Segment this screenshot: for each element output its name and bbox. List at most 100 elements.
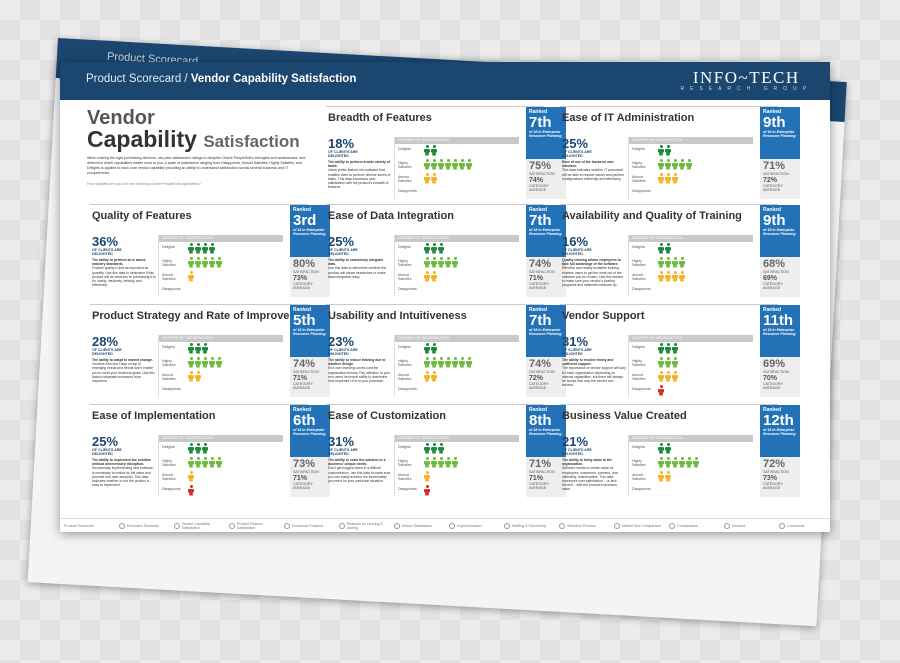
footer-nav-item[interactable]: Selection Process: [555, 523, 610, 529]
nav-item-icon: [394, 523, 400, 529]
person-icon: [431, 145, 437, 156]
category-average-value: 69%: [763, 275, 778, 282]
satisfaction-icons: [658, 159, 692, 170]
person-icon: [209, 457, 215, 468]
person-icon: [209, 243, 215, 254]
rank-panel: Ranked 9th of 18 in Enterprise Resource …: [760, 107, 800, 199]
satisfaction-icons: [424, 357, 472, 368]
rank-box: Ranked 11th of 18 in Enterprise Resource…: [760, 305, 800, 357]
footer-nav-item[interactable]: Executive Summary: [115, 523, 170, 529]
person-icon: [431, 159, 437, 170]
satisfaction-value: 71%: [529, 458, 552, 470]
footer-nav-item[interactable]: Product Feature Satisfaction: [225, 522, 280, 530]
satisfaction-icons: [658, 385, 664, 396]
person-icon: [202, 343, 208, 354]
satisfaction-label: Disappoints: [632, 189, 651, 193]
satisfaction-box: 68% SATISFACTION 69% CATEGORY AVERAGE: [760, 257, 800, 297]
delighted-label: OF CLIENTS ARE DELIGHTED: [562, 248, 592, 256]
satisfaction-icons: [424, 343, 437, 354]
card-description: The ability to scale the solution to a b…: [328, 458, 391, 484]
person-icon: [438, 443, 444, 454]
satisfaction-icons: [424, 457, 458, 468]
person-icon: [672, 343, 678, 354]
person-icon: [438, 257, 444, 268]
person-icon: [665, 457, 671, 468]
intro-paragraph: When making the right purchasing decisio…: [87, 156, 306, 175]
card-title: Ease of IT Administration: [562, 112, 695, 124]
satisfaction-row-delights: Delights: [629, 342, 753, 356]
footer-nav: Product Scorecard Executive Summary Vendor…: [60, 518, 830, 533]
person-icon: [459, 159, 465, 170]
satisfaction-box: 72% SATISFACTION 73% CATEGORY AVERAGE: [760, 457, 800, 497]
satisfaction-icons: [658, 471, 671, 482]
delighted-percent: 28%: [92, 334, 119, 349]
delighted-label: OF CLIENTS ARE DELIGHTED: [562, 348, 592, 356]
satisfaction-icons: [188, 243, 215, 254]
footer-nav-item[interactable]: Comments: [775, 523, 830, 529]
person-icon: [665, 343, 671, 354]
rank-box: Ranked 3rd of 18 in Enterprise Resource …: [290, 205, 330, 257]
category-average-value: 70%: [763, 375, 778, 382]
person-icon: [438, 159, 444, 170]
footer-nav-item[interactable]: Market Size Comparison: [610, 523, 665, 529]
nav-item-icon: [779, 523, 785, 529]
satisfaction-label: Highly Satisfies: [162, 259, 176, 267]
satisfaction-label: Disappoints: [398, 189, 417, 193]
satisfaction-icons: [188, 457, 222, 468]
person-icon: [445, 257, 451, 268]
footer-nav-item[interactable]: Staffing & Ownership: [500, 523, 555, 529]
card-title: Ease of Data Integration: [328, 210, 454, 222]
satisfaction-label: Highly Satisfies: [162, 359, 176, 367]
person-icon: [424, 343, 430, 354]
footer-nav-item[interactable]: Implementation: [445, 523, 500, 529]
footer-nav-item[interactable]: Emotional Footprint: [280, 523, 335, 529]
footer-nav-item[interactable]: Vendor Capability Satisfaction: [170, 522, 225, 530]
delighted-percent: 23%: [328, 334, 355, 349]
person-icon: [188, 357, 194, 368]
satisfaction-icons: [424, 443, 444, 454]
degree-of-satisfaction: DEGREE OF SATISFACTION Delights Highly S…: [628, 335, 753, 397]
footer-nav-item[interactable]: Product Scorecard: [60, 524, 115, 528]
category-average-value: 71%: [529, 275, 544, 282]
person-icon: [188, 371, 194, 382]
satisfaction-icons: [188, 357, 222, 368]
person-icon: [424, 173, 430, 184]
nav-item-icon: [559, 523, 565, 529]
satisfaction-icons: [188, 471, 194, 482]
satisfaction-row-disappoints: Disappoints: [629, 384, 753, 398]
person-icon: [431, 243, 437, 254]
degree-of-satisfaction: DEGREE OF SATISFACTION Delights Highly S…: [394, 435, 519, 497]
person-icon: [665, 443, 671, 454]
rank-value: 5th: [293, 312, 316, 329]
rank-value: 6th: [293, 412, 316, 429]
footer-nav-item[interactable]: Reasons for Leaving & Joining: [335, 522, 390, 530]
footer-nav-item[interactable]: Comparisons: [665, 523, 720, 529]
satisfaction-label: Disappoints: [162, 387, 181, 391]
satisfaction-row-delights: Delights: [159, 242, 283, 256]
category-average-value: 74%: [529, 177, 544, 184]
person-icon: [431, 443, 437, 454]
card-title: Vendor Support: [562, 310, 645, 322]
degree-header: DEGREE OF SATISFACTION: [629, 137, 753, 144]
satisfaction-label: Almost Satisfies: [632, 473, 646, 481]
breadcrumb-parent[interactable]: Product Scorecard /: [86, 73, 191, 85]
person-icon: [665, 173, 671, 184]
satisfaction-row-delights: Delights: [629, 242, 753, 256]
satisfaction-value: 74%: [529, 258, 552, 270]
person-icon: [686, 457, 692, 468]
person-icon: [431, 457, 437, 468]
person-icon: [686, 159, 692, 170]
footer-nav-item[interactable]: Vendors: [720, 523, 775, 529]
satisfaction-box: 69% SATISFACTION 70% CATEGORY AVERAGE: [760, 357, 800, 397]
satisfaction-label: Delights: [632, 147, 645, 151]
satisfaction-row-disappoints: Disappoints: [395, 484, 519, 498]
satisfaction-label: Highly Satisfies: [162, 459, 176, 467]
person-icon: [658, 159, 664, 170]
person-icon: [665, 145, 671, 156]
category-average-value: 71%: [529, 475, 544, 482]
person-icon: [679, 159, 685, 170]
delighted-label: OF CLIENTS ARE DELIGHTED: [92, 348, 122, 356]
footer-nav-item[interactable]: Motive Satisfaction: [390, 523, 445, 529]
satisfaction-icons: [658, 357, 678, 368]
person-icon: [658, 471, 664, 482]
